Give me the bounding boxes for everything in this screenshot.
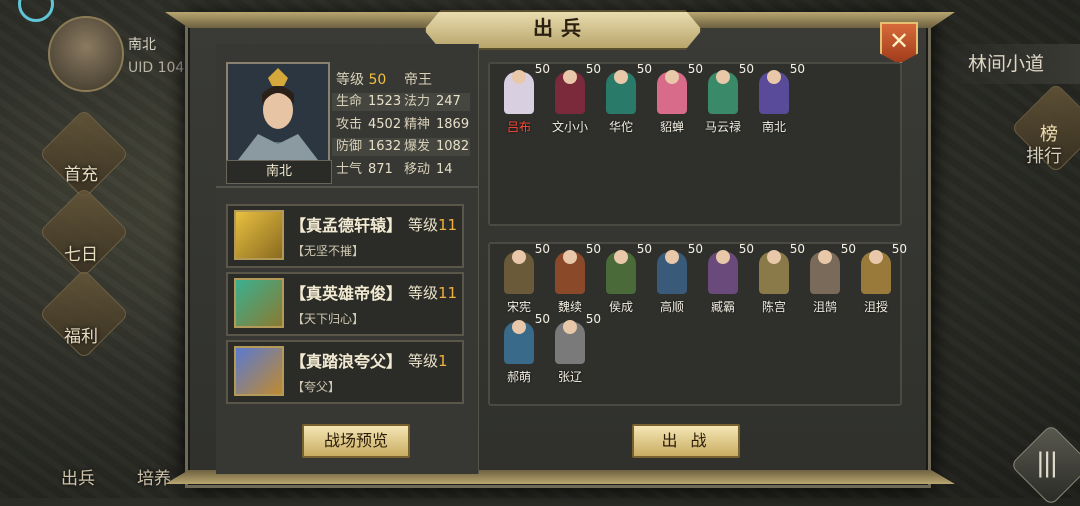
available-unit[interactable]: 50 侯成 xyxy=(596,242,652,314)
stat-spirit: 精神 1869 xyxy=(404,117,470,132)
unit-sprite xyxy=(708,70,738,114)
stat-mp: 法力 247 xyxy=(404,94,461,109)
battlefield-preview-button[interactable]: 战场预览 xyxy=(302,424,410,458)
unit-sprite xyxy=(555,250,585,294)
equipment-name: 【真英雄帝俊】 xyxy=(290,284,403,303)
unit-name: 沮授 xyxy=(863,300,888,314)
location-title: 林间小道 xyxy=(940,44,1080,84)
seven-day-label: 七日 xyxy=(64,245,98,265)
player-avatar[interactable] xyxy=(48,16,124,92)
available-unit[interactable]: 50 沮鹄 xyxy=(800,242,856,314)
stat-hp: 生命 1523 xyxy=(336,94,402,109)
unit-name: 张辽 xyxy=(557,370,582,384)
selected-unit[interactable]: 50 马云禄 xyxy=(698,62,754,134)
equipment-name: 【真踏浪夸父】 xyxy=(290,352,403,371)
stat-defense: 防御 1632 xyxy=(336,139,402,154)
unit-level: 50 xyxy=(891,242,907,256)
hero-portrait-art xyxy=(228,64,328,160)
sword-icon xyxy=(234,210,284,260)
unit-sprite xyxy=(555,70,585,114)
unit-sprite xyxy=(708,250,738,294)
unit-sprite xyxy=(810,250,840,294)
ranking-label: 排行 xyxy=(1026,146,1062,167)
nav-deploy[interactable]: 出兵 xyxy=(40,464,116,489)
available-units: 50 宋宪 50 魏续 50 侯成 50 高顺 50 臧霸 50 陈宫 50 沮鹄 50 沮授 50 郝萌 50 张辽 xyxy=(494,242,907,396)
equipment-desc: 【天下归心】 xyxy=(292,312,365,326)
selected-unit[interactable]: 50 吕布 xyxy=(494,62,550,134)
unit-sprite xyxy=(606,70,636,114)
unit-sprite xyxy=(861,250,891,294)
selected-unit[interactable]: 50 貂蝉 xyxy=(647,62,703,134)
selected-unit[interactable]: 50 华佗 xyxy=(596,62,652,134)
equipment-name: 【真孟德轩辕】 xyxy=(290,216,403,235)
stat-morale: 士气 871 xyxy=(336,162,393,177)
menu-icon: ||| xyxy=(1036,448,1058,478)
available-unit[interactable]: 50 魏续 xyxy=(545,242,601,314)
available-unit[interactable]: 50 宋宪 xyxy=(494,242,550,314)
selected-unit[interactable]: 50 文小小 xyxy=(545,62,601,134)
close-icon: ✕ xyxy=(888,27,910,55)
selected-units: 50 吕布 50 文小小 50 华佗 50 貂蝉 50 马云禄 50 南北 xyxy=(494,62,894,216)
hero-portrait xyxy=(226,62,330,162)
player-name: 南北 xyxy=(128,37,156,53)
welfare-label: 福利 xyxy=(64,327,98,347)
hero-level: 等级 50 xyxy=(336,72,387,88)
unit-sprite xyxy=(606,250,636,294)
available-unit[interactable]: 50 臧霸 xyxy=(698,242,754,314)
stat-attack: 攻击 4502 xyxy=(336,117,402,132)
unit-sprite xyxy=(759,70,789,114)
unit-level: 50 xyxy=(585,312,601,326)
selected-unit[interactable]: 50 南北 xyxy=(749,62,805,134)
battle-button[interactable]: 出 战 xyxy=(632,424,740,458)
dialog-title: 出兵 xyxy=(533,16,589,40)
available-unit[interactable]: 50 沮授 xyxy=(851,242,907,314)
unit-sprite xyxy=(657,250,687,294)
first-charge-label: 首充 xyxy=(64,165,98,185)
unit-sprite xyxy=(504,70,534,114)
equipment-level: 等级11 xyxy=(408,216,458,234)
available-unit[interactable]: 50 郝萌 xyxy=(494,312,550,384)
unit-sprite xyxy=(504,250,534,294)
equipment-desc: 【夸父】 xyxy=(292,380,341,394)
equipment-level: 等级11 xyxy=(408,284,458,302)
unit-sprite xyxy=(657,70,687,114)
unit-sprite xyxy=(555,320,585,364)
available-unit[interactable]: 50 陈宫 xyxy=(749,242,805,314)
equipment-desc: 【无坚不摧】 xyxy=(292,244,365,258)
boots-icon xyxy=(234,346,284,396)
unit-sprite xyxy=(759,250,789,294)
available-unit[interactable]: 50 高顺 xyxy=(647,242,703,314)
unit-level: 50 xyxy=(789,62,805,76)
hero-divider xyxy=(216,186,478,188)
unit-name: 南北 xyxy=(761,120,786,134)
hero-name: 南北 xyxy=(226,160,332,184)
equipment-level: 等级1 xyxy=(408,352,448,370)
stat-burst: 爆发 1082 xyxy=(404,139,470,154)
unit-sprite xyxy=(504,320,534,364)
stat-move: 移动 14 xyxy=(404,162,453,177)
hero-rank: 帝王 xyxy=(404,72,432,88)
available-unit[interactable]: 50 张辽 xyxy=(545,312,601,384)
armor-icon xyxy=(234,278,284,328)
